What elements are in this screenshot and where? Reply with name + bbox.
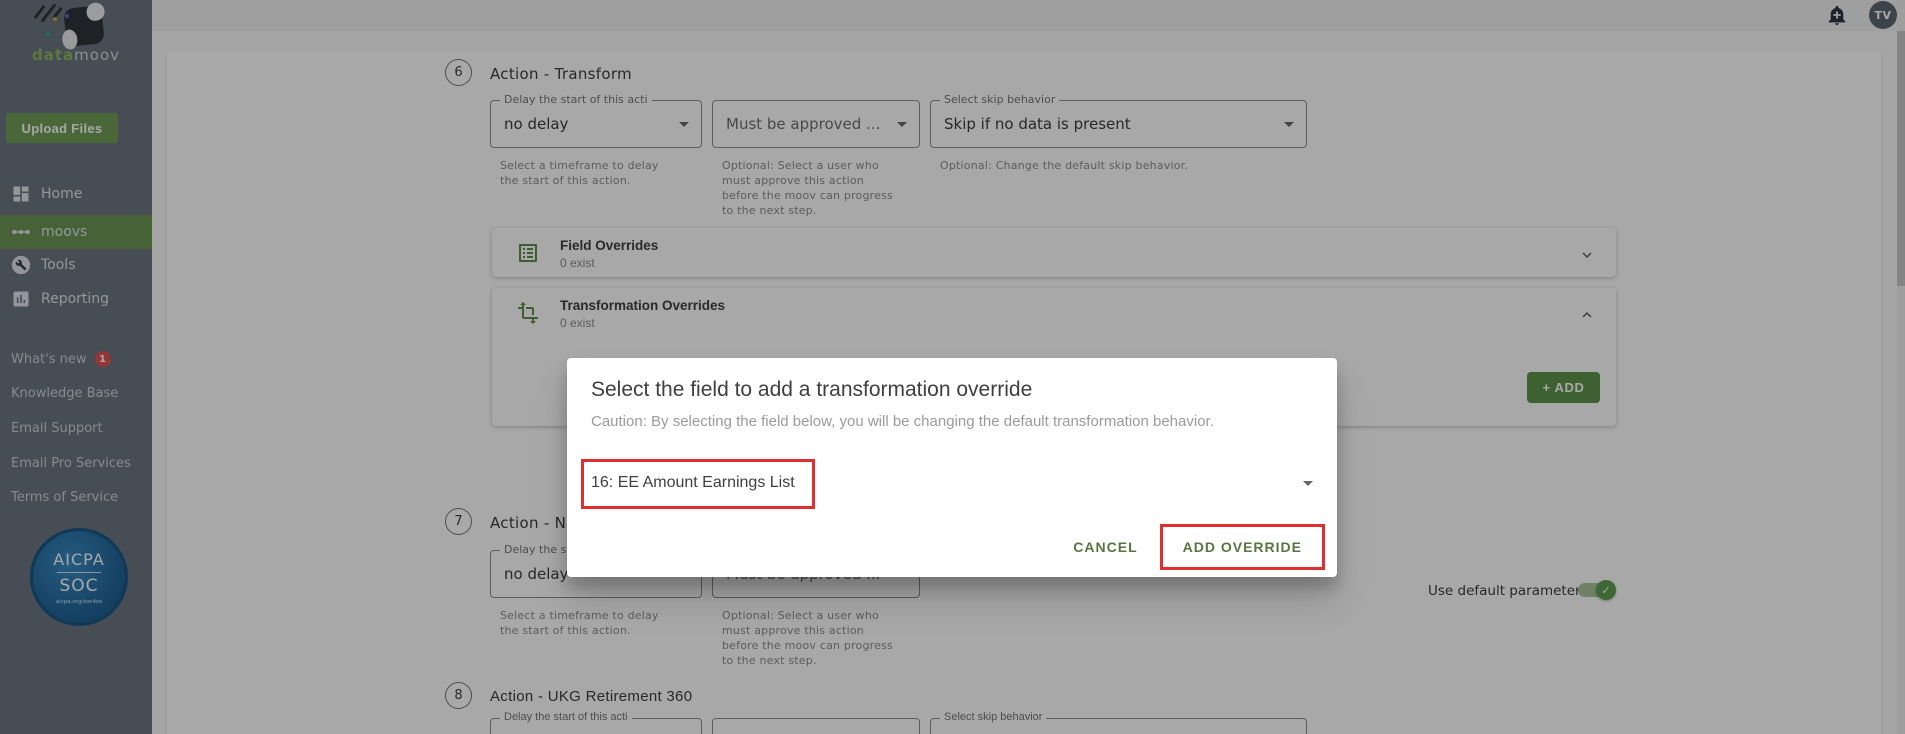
dialog-caution-text: Caution: By selecting the field below, y… — [591, 413, 1214, 430]
dialog-actions: CANCEL ADD OVERRIDE — [1057, 524, 1325, 570]
app-screen: TV datamoov Upload Files Home moovs Tool… — [0, 0, 1905, 734]
override-field-select-value: 16: EE Amount Earnings List — [591, 474, 795, 491]
cancel-button[interactable]: CANCEL — [1057, 529, 1153, 565]
chevron-down-icon — [1303, 481, 1313, 486]
annotation-box-add-override: ADD OVERRIDE — [1159, 524, 1325, 570]
dialog-title: Select the field to add a transformation… — [591, 378, 1033, 401]
override-field-select[interactable]: 16: EE Amount Earnings List — [591, 460, 1313, 506]
add-override-button[interactable]: ADD OVERRIDE — [1167, 529, 1318, 565]
add-transformation-override-dialog: Select the field to add a transformation… — [567, 358, 1337, 577]
